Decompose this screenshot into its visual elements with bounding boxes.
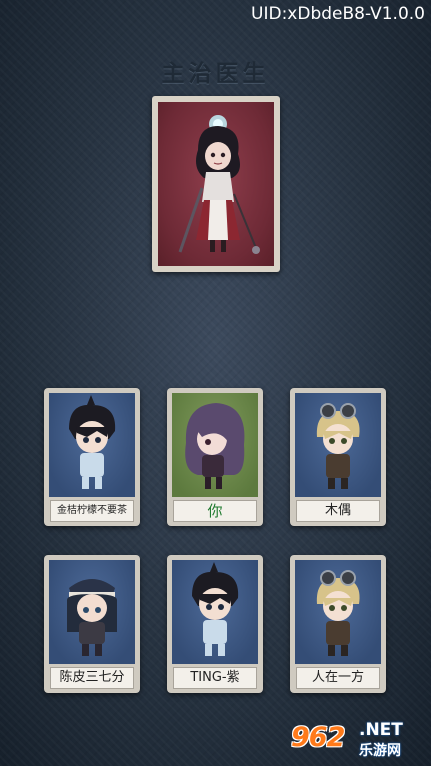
doctor-character-portrait	[178, 115, 260, 254]
watermark-site-name: 乐游网	[359, 743, 401, 759]
chibi-captain-hat-portrait	[67, 579, 117, 656]
player-portrait	[49, 393, 135, 497]
player-card[interactable]: 木偶	[290, 388, 386, 526]
player-portrait	[172, 560, 258, 664]
player-name: 木偶	[296, 500, 380, 522]
player-portrait	[172, 393, 258, 497]
uid-label: UID:xDbdeB8-V1.0.0	[251, 4, 425, 24]
chibi-purple-hair-portrait	[185, 403, 245, 489]
chibi-dark-hair-portrait	[69, 395, 116, 489]
role-title: 主治医生	[161, 60, 270, 87]
player-name: 你	[173, 500, 257, 522]
player-name: TING-紫	[173, 667, 257, 689]
player-card-self[interactable]: 你	[167, 388, 263, 526]
player-card[interactable]: TING-紫	[167, 555, 263, 693]
featured-character-art	[158, 102, 274, 266]
player-portrait	[295, 393, 381, 497]
player-card[interactable]: 人在一方	[290, 555, 386, 693]
chibi-goggles-portrait	[316, 570, 360, 656]
featured-character-card	[152, 96, 280, 272]
watermark-number: 962	[291, 722, 345, 753]
player-name: 金桔柠檬不要茶	[50, 500, 134, 522]
player-card[interactable]: 金桔柠檬不要茶	[44, 388, 140, 526]
player-name: 人在一方	[296, 667, 380, 689]
chibi-goggles-portrait	[316, 403, 360, 489]
watermark-domain: .NET	[359, 720, 403, 740]
chibi-dark-hair-portrait	[192, 562, 239, 656]
player-card[interactable]: 陈皮三七分	[44, 555, 140, 693]
player-portrait	[295, 560, 381, 664]
site-watermark-logo: 962 .NET 乐游网	[289, 718, 427, 762]
player-name: 陈皮三七分	[50, 667, 134, 689]
player-portrait	[49, 560, 135, 664]
